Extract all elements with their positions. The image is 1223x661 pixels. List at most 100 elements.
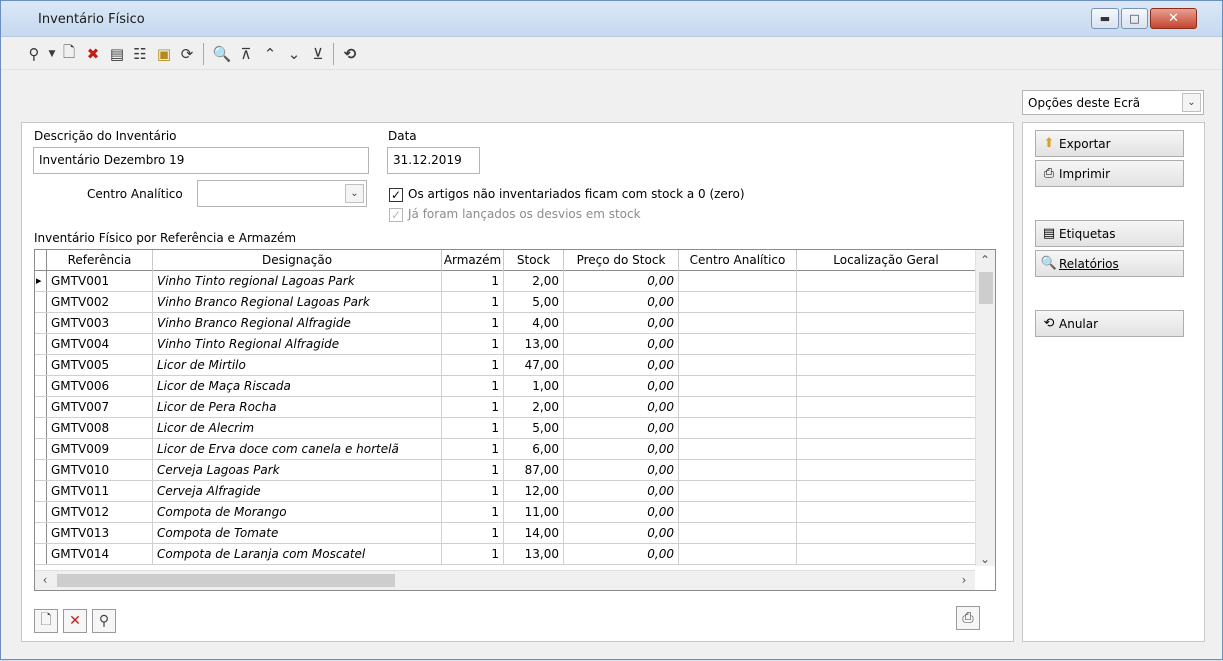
cell-localizacao-geral[interactable] — [797, 334, 975, 354]
cell-referencia[interactable]: GMTV008 — [47, 418, 153, 438]
cell-preco-stock[interactable]: 0,00 — [564, 313, 679, 333]
chevron-down-icon[interactable]: ⌄ — [1182, 93, 1201, 112]
row-selector[interactable] — [35, 334, 47, 354]
row-selector[interactable] — [35, 502, 47, 522]
vertical-scroll-thumb[interactable] — [979, 272, 993, 304]
column-header[interactable]: Designação — [153, 250, 442, 271]
column-header[interactable]: Referência — [47, 250, 153, 271]
cell-designacao[interactable]: Licor de Erva doce com canela e hortelã — [153, 439, 442, 459]
cell-localizacao-geral[interactable] — [797, 292, 975, 312]
cell-localizacao-geral[interactable] — [797, 502, 975, 522]
cell-stock[interactable]: 1,00 — [504, 376, 564, 396]
row-selector[interactable] — [35, 523, 47, 543]
cell-centro-analitico[interactable] — [679, 334, 797, 354]
cell-localizacao-geral[interactable] — [797, 397, 975, 417]
cell-centro-analitico[interactable] — [679, 271, 797, 291]
cell-armazem[interactable]: 1 — [442, 334, 504, 354]
cell-localizacao-geral[interactable] — [797, 544, 975, 564]
cell-centro-analitico[interactable] — [679, 355, 797, 375]
cell-designacao[interactable]: Licor de Mirtilo — [153, 355, 442, 375]
cell-localizacao-geral[interactable] — [797, 460, 975, 480]
cell-localizacao-geral[interactable] — [797, 418, 975, 438]
cell-centro-analitico[interactable] — [679, 418, 797, 438]
cell-armazem[interactable]: 1 — [442, 439, 504, 459]
column-header[interactable]: Preço do Stock — [564, 250, 679, 271]
table-row[interactable]: GMTV011 Cerveja Alfragide 1 12,00 0,00 — [35, 481, 975, 502]
row-selector[interactable] — [35, 460, 47, 480]
preview-icon[interactable]: 🔍 — [211, 43, 233, 65]
row-selector[interactable]: ▸ — [35, 271, 47, 291]
cell-armazem[interactable]: 1 — [442, 313, 504, 333]
table-row[interactable]: GMTV010 Cerveja Lagoas Park 1 87,00 0,00 — [35, 460, 975, 481]
cell-armazem[interactable]: 1 — [442, 460, 504, 480]
cell-preco-stock[interactable]: 0,00 — [564, 376, 679, 396]
cell-designacao[interactable]: Cerveja Lagoas Park — [153, 460, 442, 480]
row-selector[interactable] — [35, 355, 47, 375]
table-row[interactable]: GMTV007 Licor de Pera Rocha 1 2,00 0,00 — [35, 397, 975, 418]
cell-localizacao-geral[interactable] — [797, 355, 975, 375]
row-selector[interactable] — [35, 292, 47, 312]
cell-designacao[interactable]: Vinho Branco Regional Alfragide — [153, 313, 442, 333]
cell-localizacao-geral[interactable] — [797, 271, 975, 291]
table-row[interactable]: GMTV009 Licor de Erva doce com canela e h… — [35, 439, 975, 460]
cell-centro-analitico[interactable] — [679, 481, 797, 501]
cell-stock[interactable]: 87,00 — [504, 460, 564, 480]
scroll-down-icon[interactable]: ⌄ — [976, 550, 994, 568]
cell-designacao[interactable]: Licor de Maça Riscada — [153, 376, 442, 396]
cell-stock[interactable]: 12,00 — [504, 481, 564, 501]
cell-designacao[interactable]: Licor de Pera Rocha — [153, 397, 442, 417]
cell-referencia[interactable]: GMTV013 — [47, 523, 153, 543]
cell-centro-analitico[interactable] — [679, 502, 797, 522]
cell-localizacao-geral[interactable] — [797, 376, 975, 396]
cell-centro-analitico[interactable] — [679, 439, 797, 459]
cell-designacao[interactable]: Vinho Tinto Regional Alfragide — [153, 334, 442, 354]
row-selector[interactable] — [35, 313, 47, 333]
cell-referencia[interactable]: GMTV001 — [47, 271, 153, 291]
new-row-button[interactable]: 🗋 — [34, 609, 58, 633]
close-button[interactable]: ✕ — [1150, 8, 1197, 29]
cell-centro-analitico[interactable] — [679, 460, 797, 480]
cell-referencia[interactable]: GMTV004 — [47, 334, 153, 354]
column-header[interactable]: Centro Analítico — [679, 250, 797, 271]
print-button[interactable]: ⎙ Imprimir — [1035, 160, 1184, 187]
cell-preco-stock[interactable]: 0,00 — [564, 523, 679, 543]
cell-designacao[interactable]: Cerveja Alfragide — [153, 481, 442, 501]
print-grid-button[interactable]: ⎙ — [956, 606, 980, 630]
last-record-icon[interactable]: ⊻ — [307, 43, 329, 65]
hierarchy-icon[interactable]: ☷ — [129, 43, 151, 65]
cell-localizacao-geral[interactable] — [797, 523, 975, 543]
cell-armazem[interactable]: 1 — [442, 418, 504, 438]
cell-armazem[interactable]: 1 — [442, 523, 504, 543]
cell-centro-analitico[interactable] — [679, 397, 797, 417]
cell-designacao[interactable]: Licor de Alecrim — [153, 418, 442, 438]
description-input[interactable]: Inventário Dezembro 19 — [33, 147, 369, 174]
cell-stock[interactable]: 14,00 — [504, 523, 564, 543]
row-selector[interactable] — [35, 481, 47, 501]
screen-options-select[interactable]: Opções deste Ecrã ⌄ — [1022, 90, 1204, 115]
cell-localizacao-geral[interactable] — [797, 439, 975, 459]
table-row[interactable]: GMTV008 Licor de Alecrim 1 5,00 0,00 — [35, 418, 975, 439]
row-selector[interactable] — [35, 418, 47, 438]
table-row[interactable]: GMTV013 Compota de Tomate 1 14,00 0,00 — [35, 523, 975, 544]
cell-armazem[interactable]: 1 — [442, 355, 504, 375]
cell-centro-analitico[interactable] — [679, 292, 797, 312]
column-header[interactable]: Localização Geral — [797, 250, 975, 271]
column-header[interactable]: Stock — [504, 250, 564, 271]
cell-stock[interactable]: 47,00 — [504, 355, 564, 375]
cell-designacao[interactable]: Compota de Laranja com Moscatel — [153, 544, 442, 564]
cell-referencia[interactable]: GMTV007 — [47, 397, 153, 417]
cell-preco-stock[interactable]: 0,00 — [564, 397, 679, 417]
delete-icon[interactable]: ✖ — [82, 43, 104, 65]
table-row[interactable]: GMTV014 Compota de Laranja com Moscatel 1 1… — [35, 544, 975, 565]
vertical-scrollbar[interactable]: ⌃ ⌄ — [975, 250, 995, 566]
previous-record-icon[interactable]: ⌃ — [259, 43, 281, 65]
cell-preco-stock[interactable]: 0,00 — [564, 439, 679, 459]
row-selector[interactable] — [35, 439, 47, 459]
table-row[interactable]: GMTV012 Compota de Morango 1 11,00 0,00 — [35, 502, 975, 523]
cell-centro-analitico[interactable] — [679, 313, 797, 333]
table-row[interactable]: GMTV006 Licor de Maça Riscada 1 1,00 0,00 — [35, 376, 975, 397]
cell-referencia[interactable]: GMTV003 — [47, 313, 153, 333]
cancel-button[interactable]: ⟲ Anular — [1035, 310, 1184, 337]
search-folder-icon[interactable]: ▣ — [153, 43, 175, 65]
cell-preco-stock[interactable]: 0,00 — [564, 418, 679, 438]
